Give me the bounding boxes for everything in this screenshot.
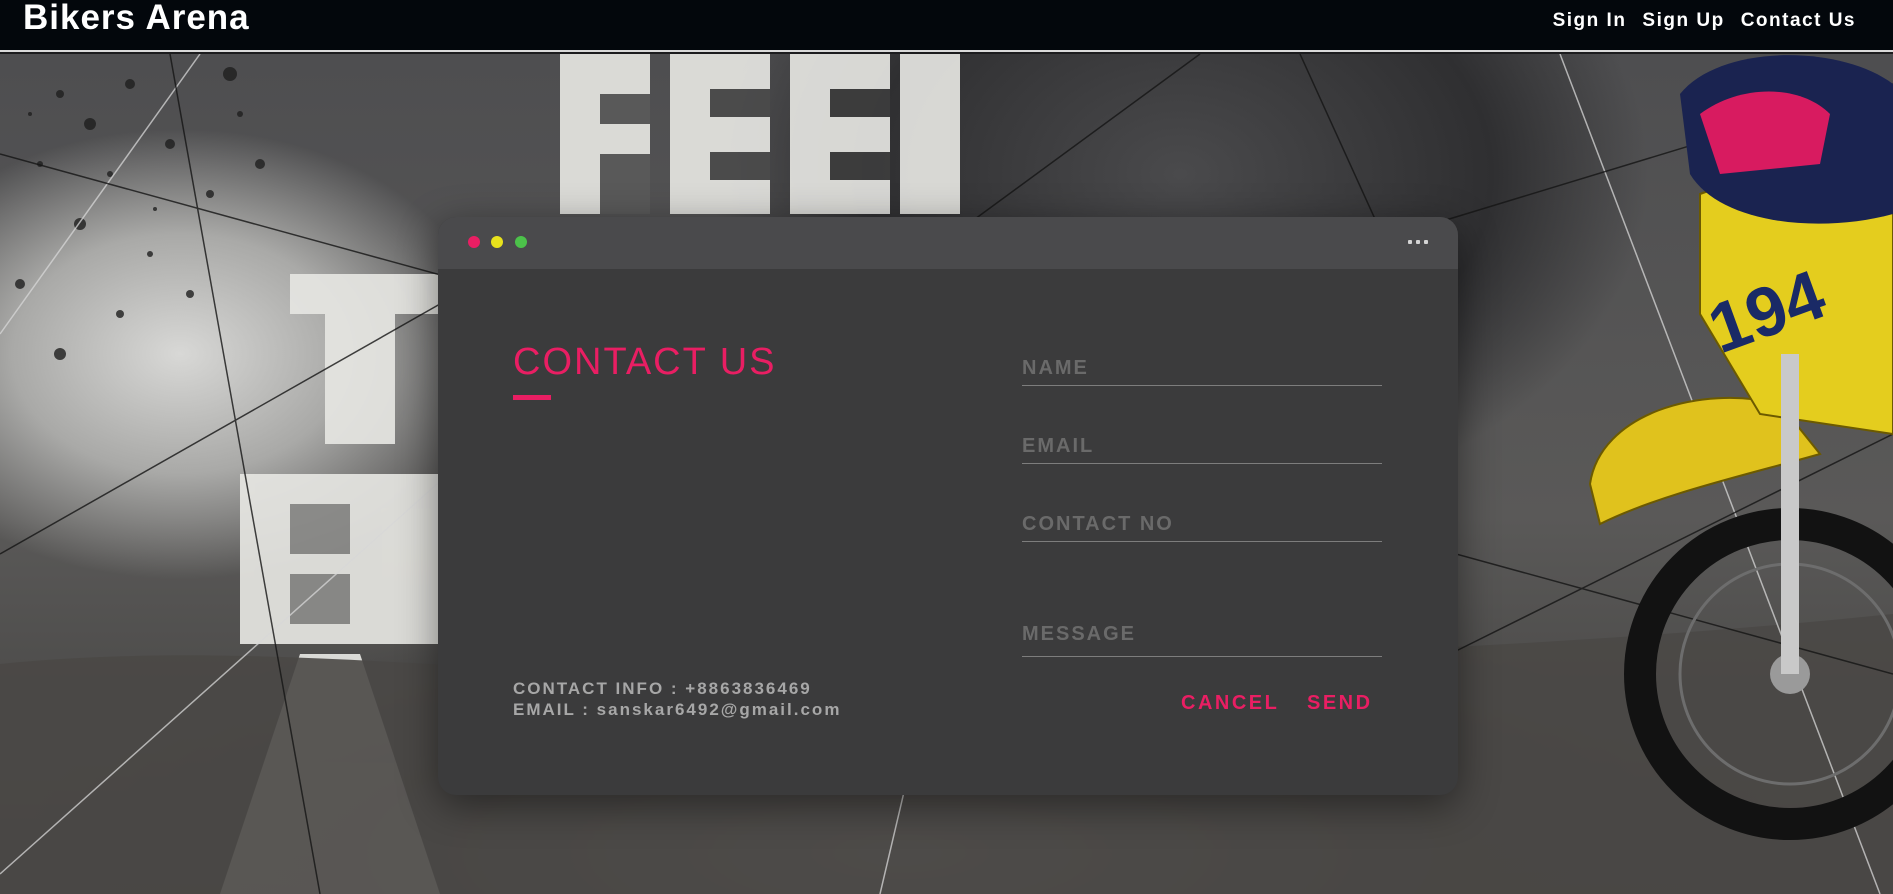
- maximize-dot-icon[interactable]: [515, 236, 527, 248]
- more-horizontal-icon[interactable]: [1408, 240, 1428, 244]
- contact-no-field: [1022, 508, 1382, 542]
- name-input[interactable]: [1022, 352, 1382, 385]
- contact-card: CONTACT US CONTACT INFO : +8863836469 EM…: [438, 217, 1458, 795]
- close-dot-icon[interactable]: [468, 236, 480, 248]
- nav-sign-in[interactable]: Sign In: [1553, 10, 1627, 32]
- email-field: [1022, 430, 1382, 464]
- brand-logo[interactable]: Bikers Arena: [23, 0, 250, 36]
- dust-particles: [15, 67, 265, 360]
- nav-sign-up[interactable]: Sign Up: [1642, 10, 1724, 32]
- contact-info: CONTACT INFO : +8863836469 EMAIL : sansk…: [513, 678, 841, 720]
- contact-email-text: EMAIL : sanskar6492@gmail.com: [513, 700, 842, 719]
- title-underline: [513, 395, 551, 400]
- contact-phone-text: CONTACT INFO : +8863836469: [513, 679, 812, 698]
- contact-no-input[interactable]: [1022, 508, 1382, 541]
- card-titlebar: [438, 217, 1458, 269]
- minimize-dot-icon[interactable]: [491, 236, 503, 248]
- name-field: [1022, 352, 1382, 386]
- cancel-button[interactable]: CANCEL: [1181, 692, 1279, 715]
- main-nav: Sign In Sign Up Contact Us: [1553, 10, 1856, 32]
- top-navbar: Bikers Arena Sign In Sign Up Contact Us: [0, 0, 1893, 52]
- contact-title: CONTACT US: [513, 341, 777, 383]
- email-input[interactable]: [1022, 430, 1382, 463]
- send-button[interactable]: SEND: [1307, 692, 1373, 715]
- message-input[interactable]: [1022, 623, 1382, 656]
- message-field: [1022, 623, 1382, 657]
- nav-contact-us[interactable]: Contact Us: [1741, 10, 1856, 32]
